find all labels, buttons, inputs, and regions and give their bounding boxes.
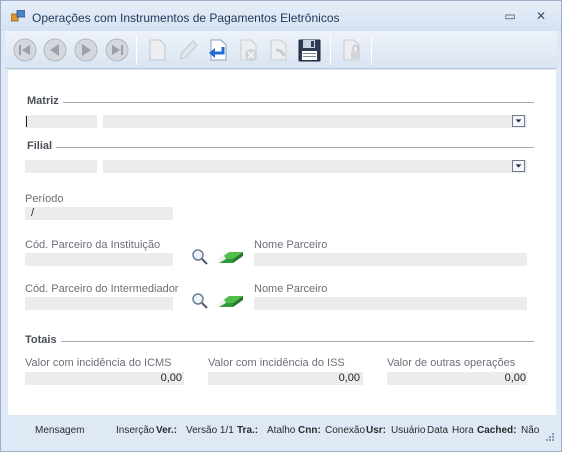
- status-tra-value: Atalho: [267, 425, 296, 436]
- status-cnn-label: Cnn:: [298, 425, 321, 436]
- chevron-down-icon[interactable]: [512, 160, 525, 172]
- app-icon: [11, 10, 25, 22]
- filial-divider: [28, 147, 534, 148]
- floppy-disk-icon[interactable]: [295, 36, 323, 64]
- status-hora: Hora: [452, 425, 474, 436]
- toolbar-separator: [330, 35, 331, 65]
- toolbar-separator: [371, 35, 372, 65]
- nome-parceiro-intermediador-label: Nome Parceiro: [254, 283, 328, 295]
- filial-title: Filial: [27, 140, 57, 152]
- status-usr-value: Usuário: [391, 425, 426, 436]
- previous-icon[interactable]: [41, 36, 69, 64]
- chevron-down-icon[interactable]: [512, 115, 525, 127]
- status-usr-label: Usr:: [366, 425, 387, 436]
- iss-label: Valor com incidência do ISS: [208, 357, 345, 369]
- periodo-field[interactable]: /: [25, 207, 173, 220]
- status-ver-label: Ver.:: [156, 425, 178, 436]
- resize-grip-icon[interactable]: [544, 431, 554, 441]
- status-cnn-value: Conexão: [325, 425, 366, 436]
- parceiro-intermediador-label: Cód. Parceiro do Intermediador: [25, 283, 179, 295]
- iss-value: 0,00: [338, 372, 360, 384]
- first-icon[interactable]: [11, 36, 39, 64]
- filial-name-combo[interactable]: [103, 160, 527, 173]
- close-button[interactable]: ✕: [531, 8, 551, 24]
- last-icon[interactable]: [103, 36, 131, 64]
- totais-title: Totais: [25, 334, 61, 346]
- nome-parceiro-intermediador-field[interactable]: [254, 297, 527, 310]
- status-insercao: Inserção: [116, 425, 155, 436]
- form-panel: Matriz Filial Período / Cód. Parceiro da…: [8, 70, 556, 415]
- cancel-arrow-icon[interactable]: [264, 36, 292, 64]
- main-window: Operações com Instrumentos de Pagamentos…: [0, 0, 562, 452]
- status-cached-value: Não: [521, 425, 540, 436]
- outras-label: Valor de outras operações: [387, 357, 516, 369]
- text-cursor: [26, 116, 27, 127]
- toolbar-separator: [136, 35, 137, 65]
- status-mensagem: Mensagem: [35, 425, 85, 436]
- edit-pencil-icon[interactable]: [174, 36, 202, 64]
- filial-code-field[interactable]: [25, 160, 97, 173]
- search-icon[interactable]: [191, 292, 209, 310]
- status-tra-label: Tra.:: [237, 425, 259, 436]
- lock-icon[interactable]: [337, 36, 365, 64]
- eraser-icon[interactable]: [218, 293, 244, 309]
- matriz-divider: [28, 102, 534, 103]
- totais-divider: [28, 341, 534, 342]
- parceiro-intermediador-code-field[interactable]: [25, 297, 173, 310]
- matriz-name-combo[interactable]: [103, 115, 527, 128]
- delete-icon[interactable]: [234, 36, 262, 64]
- outras-value: 0,00: [504, 372, 526, 384]
- next-icon[interactable]: [72, 36, 100, 64]
- periodo-label: Período: [25, 193, 64, 205]
- window-title: Operações com Instrumentos de Pagamentos…: [32, 11, 340, 25]
- status-ver-value: Versão 1/1: [186, 425, 234, 436]
- nome-parceiro-instituicao-label: Nome Parceiro: [254, 239, 328, 251]
- status-cached-label: Cached:: [477, 425, 517, 436]
- parceiro-instituicao-code-field[interactable]: [25, 253, 173, 266]
- matriz-code-field[interactable]: [25, 115, 97, 128]
- new-document-icon[interactable]: [143, 36, 171, 64]
- eraser-icon[interactable]: [218, 249, 244, 265]
- status-bar: Mensagem Inserção Ver.: Versão 1/1 Tra.:…: [8, 419, 556, 443]
- toolbar: [5, 31, 557, 69]
- title-bar: Operações com Instrumentos de Pagamentos…: [1, 1, 561, 31]
- undo-arrow-icon[interactable]: [204, 36, 232, 64]
- icms-value: 0,00: [160, 372, 182, 384]
- parceiro-instituicao-label: Cód. Parceiro da Instituição: [25, 239, 161, 251]
- nome-parceiro-instituicao-field[interactable]: [254, 253, 527, 266]
- status-data: Data: [427, 425, 449, 436]
- icms-label: Valor com incidência do ICMS: [25, 357, 172, 369]
- matriz-title: Matriz: [27, 95, 63, 107]
- minimize-button[interactable]: ▭: [500, 8, 520, 24]
- search-icon[interactable]: [191, 248, 209, 266]
